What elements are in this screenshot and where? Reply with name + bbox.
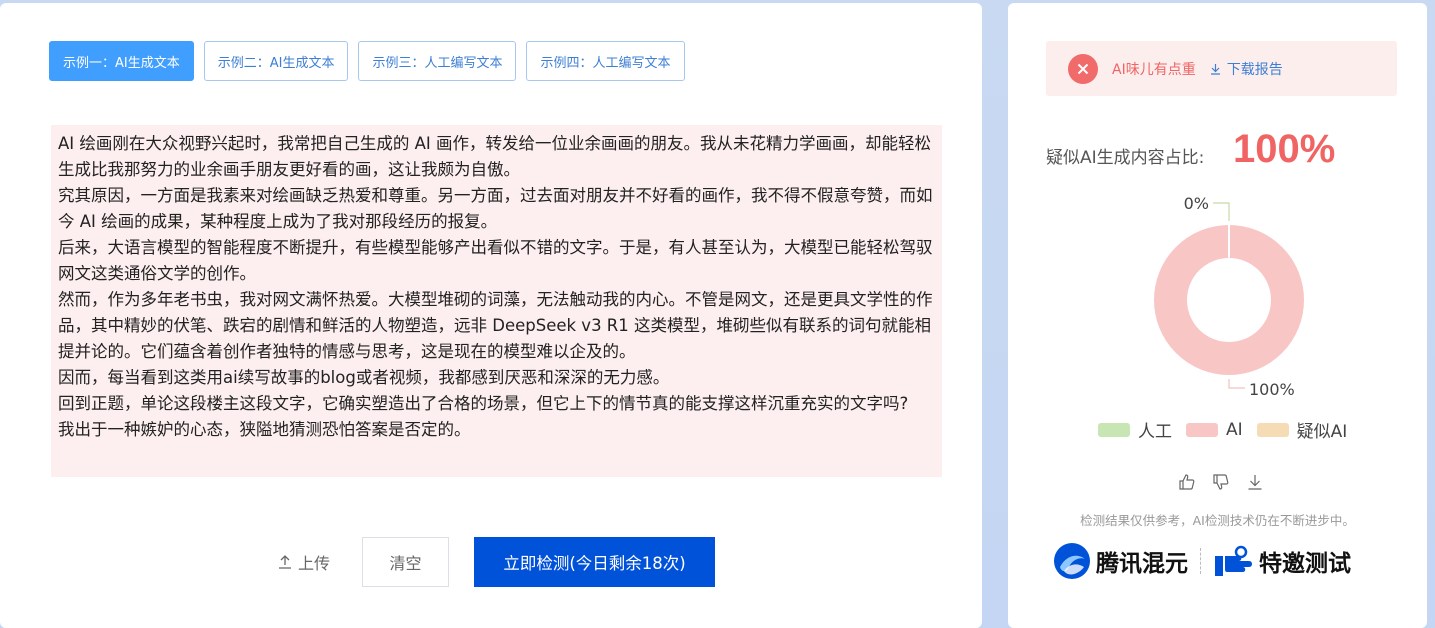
tab-example-3[interactable]: 示例三：人工编写文本 — [358, 41, 517, 81]
ratio-value: 100% — [1233, 127, 1336, 171]
upload-label: 上传 — [298, 554, 331, 573]
text-paragraph: 然而，作为多年老书虫，我对网文满怀热爱。大模型堆砌的词藻，无法触动我的内心。不管… — [58, 290, 933, 361]
result-alert: AI味儿有点重 下载报告 — [1046, 41, 1397, 96]
disclaimer-text: 检测结果仅供参考，AI检测技术仍在不断进步中。 — [1080, 513, 1355, 528]
legend-item-suspected-ai[interactable]: 疑似AI — [1256, 417, 1348, 442]
alert-text: AI味儿有点重 — [1112, 61, 1196, 78]
data-label-ai: 100% — [1249, 380, 1295, 399]
text-paragraph: AI 绘画刚在大众视野兴起时，我常把自己生成的 AI 画作，转发给一位业余画画的… — [58, 134, 932, 179]
tab-example-4[interactable]: 示例四：人工编写文本 — [526, 41, 685, 81]
brand-hunyuan-label: 腾讯混元 — [1096, 551, 1188, 577]
input-panel: 示例一：AI生成文本 示例二：AI生成文本 示例三：人工编写文本 示例四：人工编… — [0, 3, 982, 628]
label-leader-line — [1228, 379, 1245, 389]
result-panel: AI味儿有点重 下载报告 疑似AI生成内容占比: 100% 0% 100% 人工 … — [1008, 3, 1427, 628]
download-label: 下载报告 — [1226, 61, 1283, 78]
text-paragraph: 我出于一种嫉妒的心态，狭隘地猜测恐怕答案是否定的。 — [58, 420, 471, 439]
tab-example-2[interactable]: 示例二：AI生成文本 — [203, 41, 349, 81]
legend-swatch — [1186, 422, 1218, 437]
brand-invited-test-label: 特邀测试 — [1259, 551, 1351, 577]
brand-logos: 腾讯混元 特邀测试 — [1052, 541, 1351, 581]
text-input-area[interactable]: AI 绘画刚在大众视野兴起时，我常把自己生成的 AI 画作，转发给一位业余画画的… — [51, 125, 942, 477]
tab-example-1[interactable]: 示例一：AI生成文本 — [49, 41, 194, 81]
data-label-human: 0% — [1184, 194, 1209, 213]
close-circle-icon — [1068, 53, 1098, 84]
ratio-label: 疑似AI生成内容占比: — [1046, 148, 1205, 168]
text-paragraph: 后来，大语言模型的智能程度不断提升，有些模型能够产出看似不错的文字。于是，有人甚… — [58, 238, 933, 283]
brand-hunyuan: 腾讯混元 — [1052, 541, 1188, 581]
legend-swatch — [1098, 422, 1130, 437]
legend-item-human[interactable]: 人工 — [1098, 417, 1172, 442]
clear-button[interactable]: 清空 — [362, 537, 449, 587]
download-icon[interactable] — [1246, 473, 1264, 491]
label-leader-line — [1213, 202, 1230, 221]
thumbs-up-icon[interactable] — [1178, 473, 1196, 491]
legend-item-ai[interactable]: AI — [1186, 420, 1243, 440]
legend-label: 人工 — [1138, 422, 1172, 442]
donut-slice — [1154, 225, 1304, 375]
upload-icon — [279, 555, 291, 569]
text-paragraph: 究其原因，一方面是我素来对绘画缺乏热爱和尊重。另一方面，过去面对朋友并不好看的画… — [58, 186, 933, 231]
download-icon — [1210, 63, 1220, 75]
example-tabs: 示例一：AI生成文本 示例二：AI生成文本 示例三：人工编写文本 示例四：人工编… — [49, 41, 695, 81]
brand-divider — [1200, 548, 1201, 574]
legend-label: 疑似AI — [1296, 422, 1348, 442]
brand-invited-test: 特邀测试 — [1213, 544, 1351, 578]
hunyuan-logo-icon — [1054, 543, 1090, 579]
donut-chart: 0% 100% — [1154, 194, 1304, 399]
legend-swatch — [1256, 422, 1289, 437]
pointing-hand-icon — [1215, 545, 1252, 576]
detect-button[interactable]: 立即检测(今日剩余18次) — [474, 537, 715, 587]
chart-legend: 人工 AI 疑似AI — [1098, 417, 1361, 442]
legend-label: AI — [1226, 419, 1243, 440]
text-paragraph: 回到正题，单论这段楼主这段文字，它确实塑造出了合格的场景，但它上下的情节真的能支… — [58, 394, 909, 413]
thumbs-down-icon[interactable] — [1212, 473, 1230, 491]
download-report-link[interactable]: 下载报告 — [1210, 59, 1283, 79]
text-paragraph: 因而，每当看到这类用ai续写故事的blog或者视频，我都感到厌恶和深深的无力感。 — [58, 368, 670, 387]
feedback-bar — [1178, 473, 1280, 491]
upload-button[interactable]: 上传 — [278, 537, 330, 587]
